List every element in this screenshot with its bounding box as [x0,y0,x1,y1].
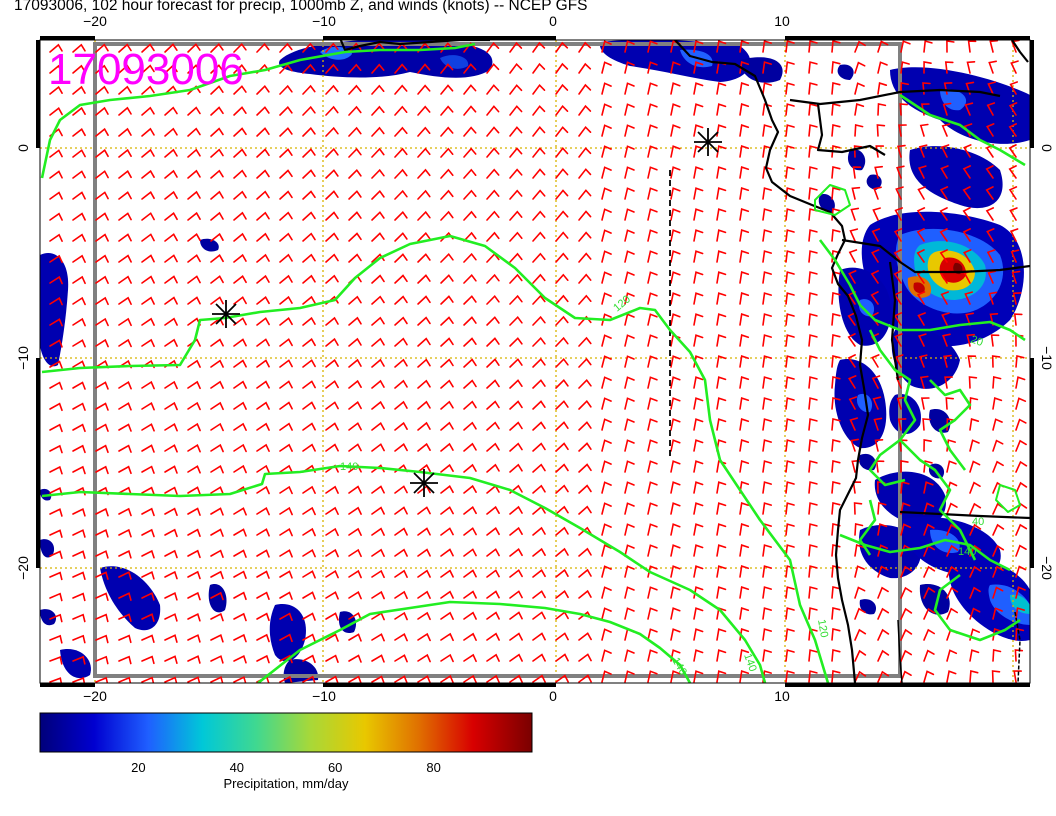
x-tick-label-top: 0 [549,13,557,29]
y-tick-label-left: −20 [15,556,31,580]
asterisk-marker [212,300,240,328]
contour-label: 140 [958,546,976,558]
colorbar-ticks: 20 40 60 80 [131,760,441,775]
y-tick-label-left: −10 [15,346,31,370]
contour-label: 40 [972,516,984,528]
x-tick-label-top: 10 [774,13,790,29]
x-tick-label-top: −20 [83,13,107,29]
colorbar-tick-label: 40 [230,760,244,775]
colorbar-tick-label: 60 [328,760,342,775]
contour-label: 140 [340,461,358,473]
y-tick-label-left: 0 [15,144,31,152]
x-tick-label-bottom: 0 [549,688,557,704]
y-tick-label-right: −10 [1039,346,1055,370]
x-tick-label-bottom: −10 [312,688,336,704]
colorbar: 20 40 60 80 Precipitation, mm/day [39,712,533,791]
y-tick-label-right: −20 [1039,556,1055,580]
asterisk-marker [410,469,438,497]
x-tick-label-bottom: 10 [774,688,790,704]
map-figure: 120 140 140 140 140 120 20 40 17093006 −… [15,13,1055,791]
date-stamp: 17093006 [48,45,244,94]
colorbar-gradient [39,712,533,753]
x-tick-label-top: −10 [312,13,336,29]
colorbar-label: Precipitation, mm/day [224,776,349,791]
colorbar-tick-label: 80 [426,760,440,775]
x-tick-label-bottom: −20 [83,688,107,704]
colorbar-tick-label: 20 [131,760,145,775]
asterisk-marker [694,128,722,156]
y-tick-label-right: 0 [1039,144,1055,152]
